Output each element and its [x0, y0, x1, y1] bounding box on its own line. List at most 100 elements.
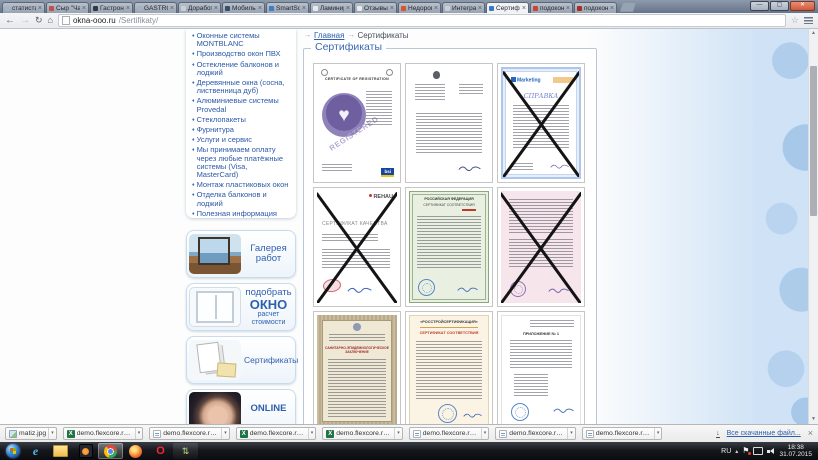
menu-icon[interactable] — [804, 17, 813, 24]
browser-tab[interactable]: GASTRONOM × — [134, 2, 177, 13]
browser-tab[interactable]: Мобильный × — [222, 2, 265, 13]
internet-explorer-icon[interactable] — [23, 443, 48, 459]
tab-close-icon[interactable]: × — [170, 5, 174, 12]
certificate-thumbnail[interactable] — [405, 63, 493, 183]
address-bar[interactable]: okna-ooo.ru /Sertifikaty/ — [58, 14, 786, 27]
sidebar-nav-link[interactable]: Оконные системы MONTBLANC — [192, 32, 290, 48]
new-tab-button[interactable] — [619, 2, 636, 12]
tab-close-icon[interactable]: × — [214, 5, 218, 12]
download-item[interactable]: demo.flexcore.ru_29...csv ▾ — [236, 427, 317, 440]
sidebar-nav-link[interactable]: Стеклопакеты — [192, 116, 290, 124]
sidebar-nav-link[interactable]: Мы принимаем оплату через любые платёжны… — [192, 146, 290, 179]
window-calculator-widget[interactable]: подобрать ОКНО расчет стоимости — [186, 283, 296, 331]
browser-tab[interactable]: Сыр "Чанах" × — [46, 2, 89, 13]
online-consultant-widget[interactable]: ONLINE — [186, 389, 296, 424]
certificate-thumbnail[interactable] — [497, 187, 585, 307]
browser-tab[interactable]: Отзывы × — [354, 2, 397, 13]
tab-close-icon[interactable]: × — [302, 5, 306, 12]
scroll-up-icon[interactable]: ▲ — [809, 29, 818, 38]
tab-close-icon[interactable]: × — [434, 5, 438, 12]
browser-tab[interactable]: Интеграци × — [442, 2, 485, 13]
certificate-thumbnail[interactable]: bsi CERTIFICATE OF REGISTRATION REGISTER… — [313, 63, 401, 183]
certificate-thumbnail[interactable]: REHAU СЕРТИФИКАТ КАЧЕСТВА — [313, 187, 401, 307]
media-player-icon[interactable] — [73, 443, 98, 459]
download-menu-caret-icon[interactable]: ▾ — [221, 428, 227, 439]
opera-icon[interactable] — [148, 443, 173, 459]
download-item[interactable]: demo.flexcore.ru_2...html ▾ — [149, 427, 230, 440]
maximize-button[interactable]: ▢ — [770, 1, 789, 11]
tab-close-icon[interactable]: × — [126, 5, 130, 12]
browser-tab[interactable]: подоконни × — [574, 2, 617, 13]
firefox-icon[interactable] — [123, 443, 148, 459]
scroll-down-icon[interactable]: ▼ — [809, 415, 818, 424]
browser-tab[interactable]: Ламиниро × — [310, 2, 353, 13]
gallery-widget[interactable]: Галерея работ — [186, 230, 296, 278]
tab-close-icon[interactable]: × — [610, 5, 614, 12]
minimize-button[interactable]: — — [750, 1, 769, 11]
close-button[interactable]: ✕ — [790, 1, 815, 11]
show-all-downloads-link[interactable]: Все скачанные файл... — [727, 430, 801, 437]
certificate-thumbnail[interactable]: САНИТАРНО-ЭПИДЕМИОЛОГИЧЕСКОЕ ЗАКЛЮЧЕНИЕ — [313, 311, 401, 424]
sidebar-nav-link[interactable]: Монтаж пластиковых окон — [192, 181, 290, 189]
download-menu-caret-icon[interactable]: ▾ — [481, 428, 487, 439]
scrollbar-thumb[interactable] — [810, 66, 817, 216]
chrome-icon[interactable] — [98, 443, 123, 459]
tab-close-icon[interactable]: × — [258, 5, 262, 12]
tab-close-icon[interactable]: × — [478, 5, 482, 12]
action-center-flag-icon[interactable]: ⚑ — [742, 447, 749, 455]
certificate-thumbnail[interactable]: ПРИЛОЖЕНИЕ № 1 — [497, 311, 585, 424]
sidebar-nav-link[interactable]: Отделка балконов и лоджий — [192, 191, 290, 207]
browser-tab[interactable]: SmartSoluti × — [266, 2, 309, 13]
browser-tab[interactable]: Недорогие × — [398, 2, 441, 13]
sidebar-nav-link[interactable]: Остекление балконов и лоджий — [192, 61, 290, 77]
tab-close-icon[interactable]: × — [38, 5, 42, 12]
download-item[interactable]: demo.flexcore.ru_2...html ▾ — [409, 427, 490, 440]
download-menu-caret-icon[interactable]: ▾ — [135, 428, 141, 439]
download-item[interactable]: demo.flexcore.ru_29_...csv ▾ — [63, 427, 144, 440]
network-icon[interactable] — [753, 447, 763, 455]
certificate-thumbnail[interactable]: Marketing СПРАВКА — [497, 63, 585, 183]
tab-close-icon[interactable]: × — [82, 5, 86, 12]
back-icon[interactable]: ← — [5, 16, 15, 26]
downloads-bar-close-icon[interactable]: × — [808, 429, 813, 438]
breadcrumb-home-link[interactable]: Главная — [314, 31, 344, 40]
download-menu-caret-icon[interactable]: ▾ — [394, 428, 400, 439]
volume-icon[interactable] — [767, 447, 775, 455]
browser-tab[interactable]: Доработки × — [178, 2, 221, 13]
download-item[interactable]: demo.flexcore.ru_29_...csv ▾ — [322, 427, 403, 440]
download-menu-caret-icon[interactable]: ▾ — [654, 428, 660, 439]
download-item[interactable]: matiz.jpg ▾ — [5, 427, 57, 440]
sidebar-nav-link[interactable]: Деревянные окна (сосна, лиственница дуб) — [192, 79, 290, 95]
download-item[interactable]: demo.flexcore.ru_2...html ▾ — [495, 427, 576, 440]
language-indicator[interactable]: RU — [721, 448, 731, 455]
bookmark-star-icon[interactable]: ☆ — [791, 16, 799, 25]
tab-close-icon[interactable]: × — [522, 5, 526, 12]
hidden-icons-icon[interactable]: ▴ — [735, 448, 738, 455]
start-button[interactable] — [3, 443, 23, 459]
sidebar-nav-link[interactable]: Алюминиевые системы Provedal — [192, 97, 290, 113]
sidebar-nav-link[interactable]: Производство окон ПВХ — [192, 50, 290, 58]
certificate-thumbnail[interactable]: «РОССТРОЙСЕРТИФИКАЦИЯ» СЕРТИФИКАТ СООТВЕ… — [405, 311, 493, 424]
download-menu-caret-icon[interactable]: ▾ — [308, 428, 314, 439]
reload-icon[interactable]: ↻ — [35, 16, 43, 25]
windows-explorer-icon[interactable] — [48, 443, 73, 459]
tab-close-icon[interactable]: × — [346, 5, 350, 12]
download-item[interactable]: demo.flexcore.ru_2...html ▾ — [582, 427, 663, 440]
taskbar-clock[interactable]: 18:38 31.07.2015 — [779, 444, 812, 459]
home-icon[interactable]: ⌂ — [48, 16, 53, 25]
download-menu-caret-icon[interactable]: ▾ — [567, 428, 573, 439]
certificate-thumbnail[interactable]: РОССИЙСКАЯ ФЕДЕРАЦИЯ СЕРТИФИКАТ СООТВЕТС… — [405, 187, 493, 307]
download-manager-icon[interactable] — [173, 443, 198, 459]
download-menu-caret-icon[interactable]: ▾ — [48, 428, 54, 439]
forward-icon[interactable]: → — [20, 16, 30, 26]
sidebar-nav-link[interactable]: Полезная информация — [192, 210, 290, 218]
tab-close-icon[interactable]: × — [390, 5, 394, 12]
sidebar-nav-link[interactable]: Услуги и сервис — [192, 136, 290, 144]
certificates-widget[interactable]: Сертификаты — [186, 336, 296, 384]
browser-tab[interactable]: подоконни × — [530, 2, 573, 13]
browser-tab[interactable]: Сертифика × — [486, 2, 529, 13]
sidebar-nav-link[interactable]: Фурнитура — [192, 126, 290, 134]
browser-tab[interactable]: статистика × — [2, 2, 45, 13]
browser-tab[interactable]: Гастроном С × — [90, 2, 133, 13]
tab-close-icon[interactable]: × — [566, 5, 570, 12]
